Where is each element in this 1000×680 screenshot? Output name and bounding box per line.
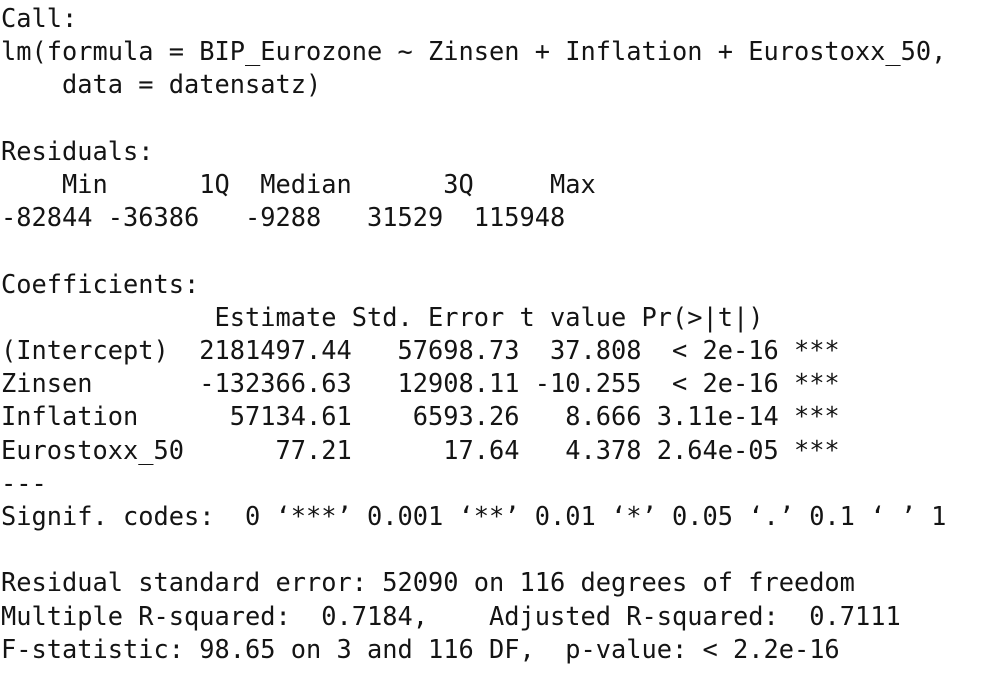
r-squared-line: Multiple R-squared: 0.7184, Adjusted R-s… [1, 600, 916, 631]
call-formula-line: lm(formula = BIP_Eurozone ~ Zinsen + Inf… [1, 36, 947, 67]
blank-line-3 [1, 533, 1000, 566]
coefficient-row-intercept: (Intercept) 2181497.44 57698.73 37.808 <… [1, 335, 840, 365]
coefficients-column-header: Estimate Std. Error t value Pr(>|t|) [1, 301, 825, 332]
residuals-column-header: Min 1Q Median 3Q Max [1, 169, 611, 199]
coefficients-separator: --- [1, 467, 47, 498]
residual-standard-error-line: Residual standard error: 52090 on 116 de… [1, 567, 855, 598]
r-console-output: Call: lm(formula = BIP_Eurozone ~ Zinsen … [0, 0, 1000, 680]
signif-codes-line: Signif. codes: 0 ‘***’ 0.001 ‘**’ 0.01 ‘… [1, 501, 947, 532]
coefficient-row-zinsen: Zinsen -132366.63 12908.11 -10.255 < 2e-… [1, 368, 840, 399]
summary-output-block: Call: lm(formula = BIP_Eurozone ~ Zinsen … [1, 2, 1000, 666]
call-header: Call: [1, 3, 78, 33]
blank-line-1 [1, 102, 1000, 135]
residuals-header: Residuals: [1, 135, 154, 166]
residuals-values: -82844 -36386 -9288 31529 115948 [1, 202, 581, 233]
f-statistic-line: F-statistic: 98.65 on 3 and 116 DF, p-va… [1, 633, 840, 664]
call-data-line: data = datensatz) [1, 69, 322, 100]
coefficient-row-eurostoxx-50: Eurostoxx_50 77.21 17.64 4.378 2.64e-05 … [1, 434, 840, 465]
blank-line-2 [1, 234, 1000, 267]
coefficient-row-inflation: Inflation 57134.61 6593.26 8.666 3.11e-1… [1, 401, 840, 432]
coefficients-header: Coefficients: [1, 268, 200, 299]
